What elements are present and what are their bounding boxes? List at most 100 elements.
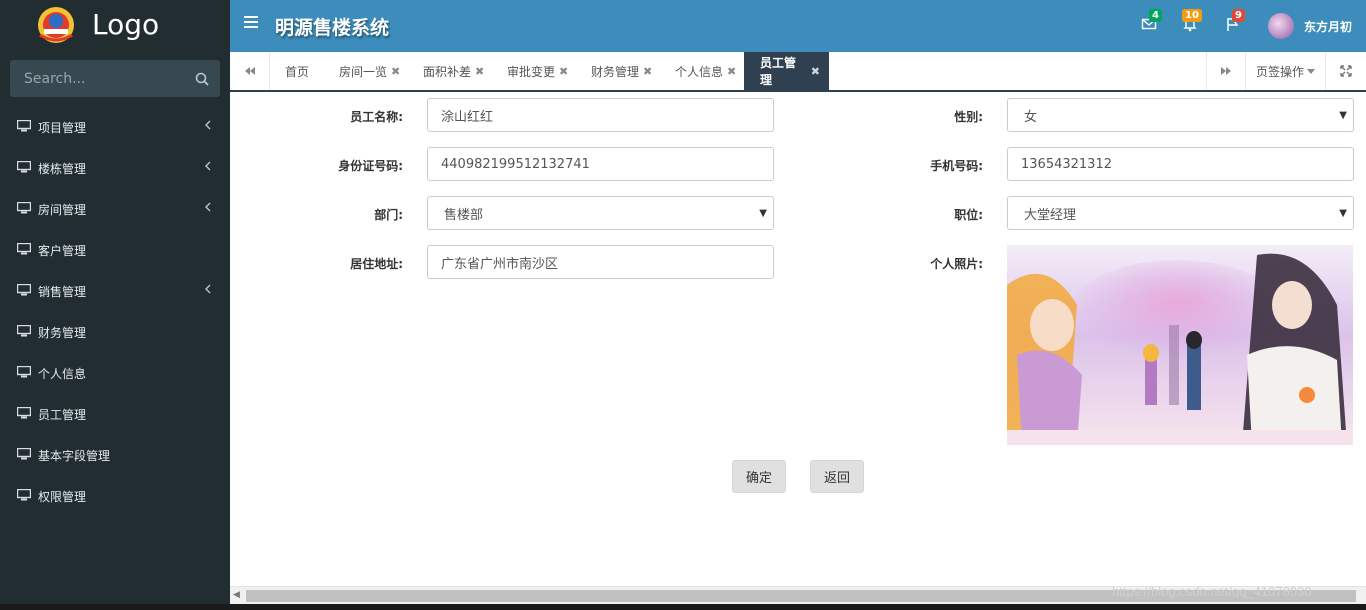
department-select[interactable]: 售楼部 ▼ (427, 196, 774, 230)
gender-value: 女 (1024, 109, 1038, 125)
sidebar-item-sales[interactable]: 销售管理 (0, 270, 230, 311)
department-value: 售楼部 (444, 207, 484, 223)
sidebar-search (10, 60, 220, 97)
tabs-scroll-right-button[interactable] (1206, 52, 1246, 90)
close-icon[interactable]: ✖ (559, 65, 568, 78)
sidebar-menu: 项目管理 楼栋管理 房间管理 客户管理 销售管理 财务管理 个人信息 员工管理 … (0, 106, 230, 516)
menu-toggle-icon[interactable] (244, 16, 258, 30)
address-label: 居住地址: (350, 257, 403, 271)
close-icon[interactable]: ✖ (811, 65, 820, 78)
monitor-icon (17, 120, 31, 132)
monitor-icon (17, 407, 31, 419)
tabs-scroll-left-button[interactable] (230, 52, 270, 90)
gender-select[interactable]: 女 ▼ (1007, 98, 1354, 132)
tab-area-diff[interactable]: 面积补差 ✖ (423, 52, 484, 90)
tab-label: 财务管理 (591, 64, 640, 79)
double-chevron-right-icon (1221, 67, 1231, 75)
tabs-bar: 首页 房间一览 ✖ 面积补差 ✖ 审批变更 ✖ 财务管理 ✖ 个人信息 ✖ 员工管理 ✖ 页… (230, 52, 1366, 92)
gender-label: 性别: (954, 110, 983, 124)
id-number-field[interactable]: 440982199512132741 (427, 147, 774, 181)
sidebar-item-label: 客户管理 (38, 244, 87, 258)
close-icon[interactable]: ✖ (391, 65, 400, 78)
search-icon (195, 72, 209, 86)
caret-down-icon: ▼ (759, 208, 767, 219)
top-header: 明源售楼系统 4 10 9 东方月初 (230, 0, 1366, 52)
tab-label: 员工管理 (760, 56, 797, 87)
close-icon[interactable]: ✖ (475, 65, 484, 78)
user-avatar[interactable] (1268, 13, 1294, 39)
tab-label: 个人信息 (675, 64, 724, 79)
logo-bar: Logo (0, 0, 230, 52)
employee-photo[interactable] (1007, 245, 1353, 445)
sidebar-item-basic-fields[interactable]: 基本字段管理 (0, 434, 230, 475)
close-icon[interactable]: ✖ (643, 65, 652, 78)
sidebar-item-building[interactable]: 楼栋管理 (0, 147, 230, 188)
position-value: 大堂经理 (1024, 207, 1077, 223)
sidebar-item-customer[interactable]: 客户管理 (0, 229, 230, 270)
messages-badge: 4 (1149, 9, 1162, 22)
tab-employee[interactable]: 员工管理 ✖ (744, 52, 829, 90)
id-number-label: 身份证号码: (338, 159, 403, 173)
user-name[interactable]: 东方月初 (1304, 18, 1352, 35)
back-button[interactable]: 返回 (810, 460, 864, 493)
chevron-left-icon (205, 161, 211, 171)
logo-text: Logo (92, 8, 160, 41)
employee-form: 员工名称: 涂山红红 性别: 女 ▼ 身份证号码: 44098219951213… (230, 92, 1366, 586)
fullscreen-button[interactable] (1326, 52, 1366, 90)
sidebar-item-label: 财务管理 (38, 326, 87, 340)
tab-room-list[interactable]: 房间一览 ✖ (339, 52, 400, 90)
photo-label: 个人照片: (930, 257, 983, 271)
caret-down-icon: ▼ (1339, 110, 1347, 121)
chevron-left-icon (205, 284, 211, 294)
monitor-icon (17, 284, 31, 296)
tab-approval[interactable]: 审批变更 ✖ (507, 52, 568, 90)
bottom-strip (0, 604, 1366, 610)
sidebar-item-finance[interactable]: 财务管理 (0, 311, 230, 352)
app-title: 明源售楼系统 (275, 17, 390, 39)
double-chevron-left-icon (244, 67, 255, 75)
sidebar-item-label: 基本字段管理 (38, 449, 111, 463)
search-input[interactable] (10, 60, 190, 97)
sidebar-item-employee[interactable]: 员工管理 (0, 393, 230, 434)
tab-profile[interactable]: 个人信息 ✖ (675, 52, 736, 90)
position-select[interactable]: 大堂经理 ▼ (1007, 196, 1354, 230)
page-actions-label: 页签操作 (1255, 64, 1304, 79)
sidebar-item-label: 楼栋管理 (38, 162, 87, 176)
monitor-icon (17, 489, 31, 501)
monitor-icon (17, 202, 31, 214)
caret-down-icon (1307, 68, 1315, 74)
sidebar-item-project[interactable]: 项目管理 (0, 106, 230, 147)
flags-badge: 9 (1232, 9, 1245, 22)
monitor-icon (17, 325, 31, 337)
tab-label: 房间一览 (339, 64, 388, 79)
name-label: 员工名称: (350, 110, 403, 124)
expand-icon (1340, 65, 1352, 77)
logo-emblem-icon (38, 7, 74, 43)
sidebar-item-label: 房间管理 (38, 203, 87, 217)
name-field[interactable]: 涂山红红 (427, 98, 774, 132)
tab-finance[interactable]: 财务管理 ✖ (591, 52, 652, 90)
sidebar-item-profile[interactable]: 个人信息 (0, 352, 230, 393)
sidebar-item-room[interactable]: 房间管理 (0, 188, 230, 229)
department-label: 部门: (374, 208, 403, 222)
sidebar-item-permissions[interactable]: 权限管理 (0, 475, 230, 516)
tab-label: 面积补差 (423, 64, 472, 79)
scroll-left-arrow-icon[interactable]: ◀ (233, 590, 240, 600)
search-button[interactable] (192, 69, 212, 89)
sidebar-item-label: 销售管理 (38, 285, 87, 299)
address-field[interactable]: 广东省广州市南沙区 (427, 245, 774, 279)
confirm-button[interactable]: 确定 (732, 460, 786, 493)
phone-field[interactable]: 13654321312 (1007, 147, 1354, 181)
monitor-icon (17, 161, 31, 173)
monitor-icon (17, 448, 31, 460)
tab-home[interactable]: 首页 (285, 52, 309, 90)
close-icon[interactable]: ✖ (727, 65, 736, 78)
page-actions-dropdown[interactable]: 页签操作 (1246, 52, 1326, 90)
chevron-left-icon (205, 120, 211, 130)
sidebar: Logo 项目管理 楼栋管理 房间管理 客户管理 (0, 0, 230, 604)
chevron-left-icon (205, 202, 211, 212)
sidebar-item-label: 项目管理 (38, 121, 87, 135)
watermark-text: https://blog.csdn.net/qq_41078030 (1112, 584, 1312, 599)
sidebar-item-label: 员工管理 (38, 408, 87, 422)
anime-illustration-image (1007, 245, 1353, 445)
